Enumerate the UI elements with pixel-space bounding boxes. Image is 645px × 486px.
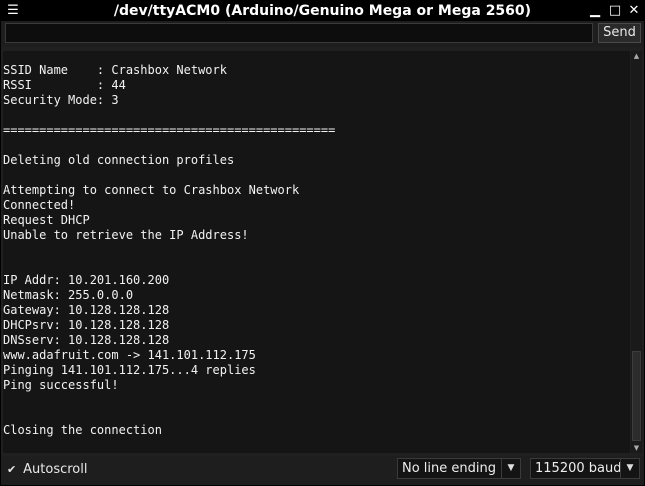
autoscroll-label: Autoscroll bbox=[23, 462, 88, 477]
autoscroll-checkbox[interactable]: ✔ Autoscroll bbox=[7, 462, 87, 478]
serial-output[interactable]: SSID Name : Crashbox Network RSSI : 44 S… bbox=[3, 51, 630, 453]
line-ending-value: No line ending bbox=[402, 461, 496, 476]
baud-rate-value: 115200 baud bbox=[535, 461, 622, 476]
maximize-icon[interactable]: □ bbox=[607, 3, 623, 19]
serial-monitor-window: ☰ /dev/ttyACM0 (Arduino/Genuino Mega or … bbox=[0, 0, 645, 486]
vertical-scrollbar[interactable]: ▲ ▼ bbox=[631, 51, 642, 453]
chevron-down-icon[interactable]: ▼ bbox=[501, 459, 520, 478]
line-ending-select[interactable]: No line ending ▼ bbox=[397, 458, 521, 479]
scroll-up-arrow-icon[interactable]: ▲ bbox=[631, 51, 642, 61]
close-icon[interactable]: ✕ bbox=[626, 3, 642, 19]
serial-input[interactable] bbox=[5, 23, 593, 43]
baud-rate-select[interactable]: 115200 baud ▼ bbox=[530, 458, 640, 479]
input-row: Send bbox=[1, 21, 644, 47]
minimize-icon[interactable]: ▁ bbox=[587, 3, 603, 19]
chevron-down-icon[interactable]: ▼ bbox=[620, 459, 639, 478]
bottom-toolbar: ✔ Autoscroll No line ending ▼ 115200 bau… bbox=[1, 456, 644, 485]
window-title: /dev/ttyACM0 (Arduino/Genuino Mega or Me… bbox=[113, 3, 532, 19]
scroll-down-arrow-icon[interactable]: ▼ bbox=[631, 443, 642, 453]
scrollbar-thumb[interactable] bbox=[632, 351, 641, 441]
serial-output-text: SSID Name : Crashbox Network RSSI : 44 S… bbox=[3, 63, 336, 437]
title-bar[interactable]: ☰ /dev/ttyACM0 (Arduino/Genuino Mega or … bbox=[1, 1, 644, 21]
send-button[interactable]: Send bbox=[598, 23, 641, 43]
checkmark-icon: ✔ bbox=[7, 463, 17, 476]
